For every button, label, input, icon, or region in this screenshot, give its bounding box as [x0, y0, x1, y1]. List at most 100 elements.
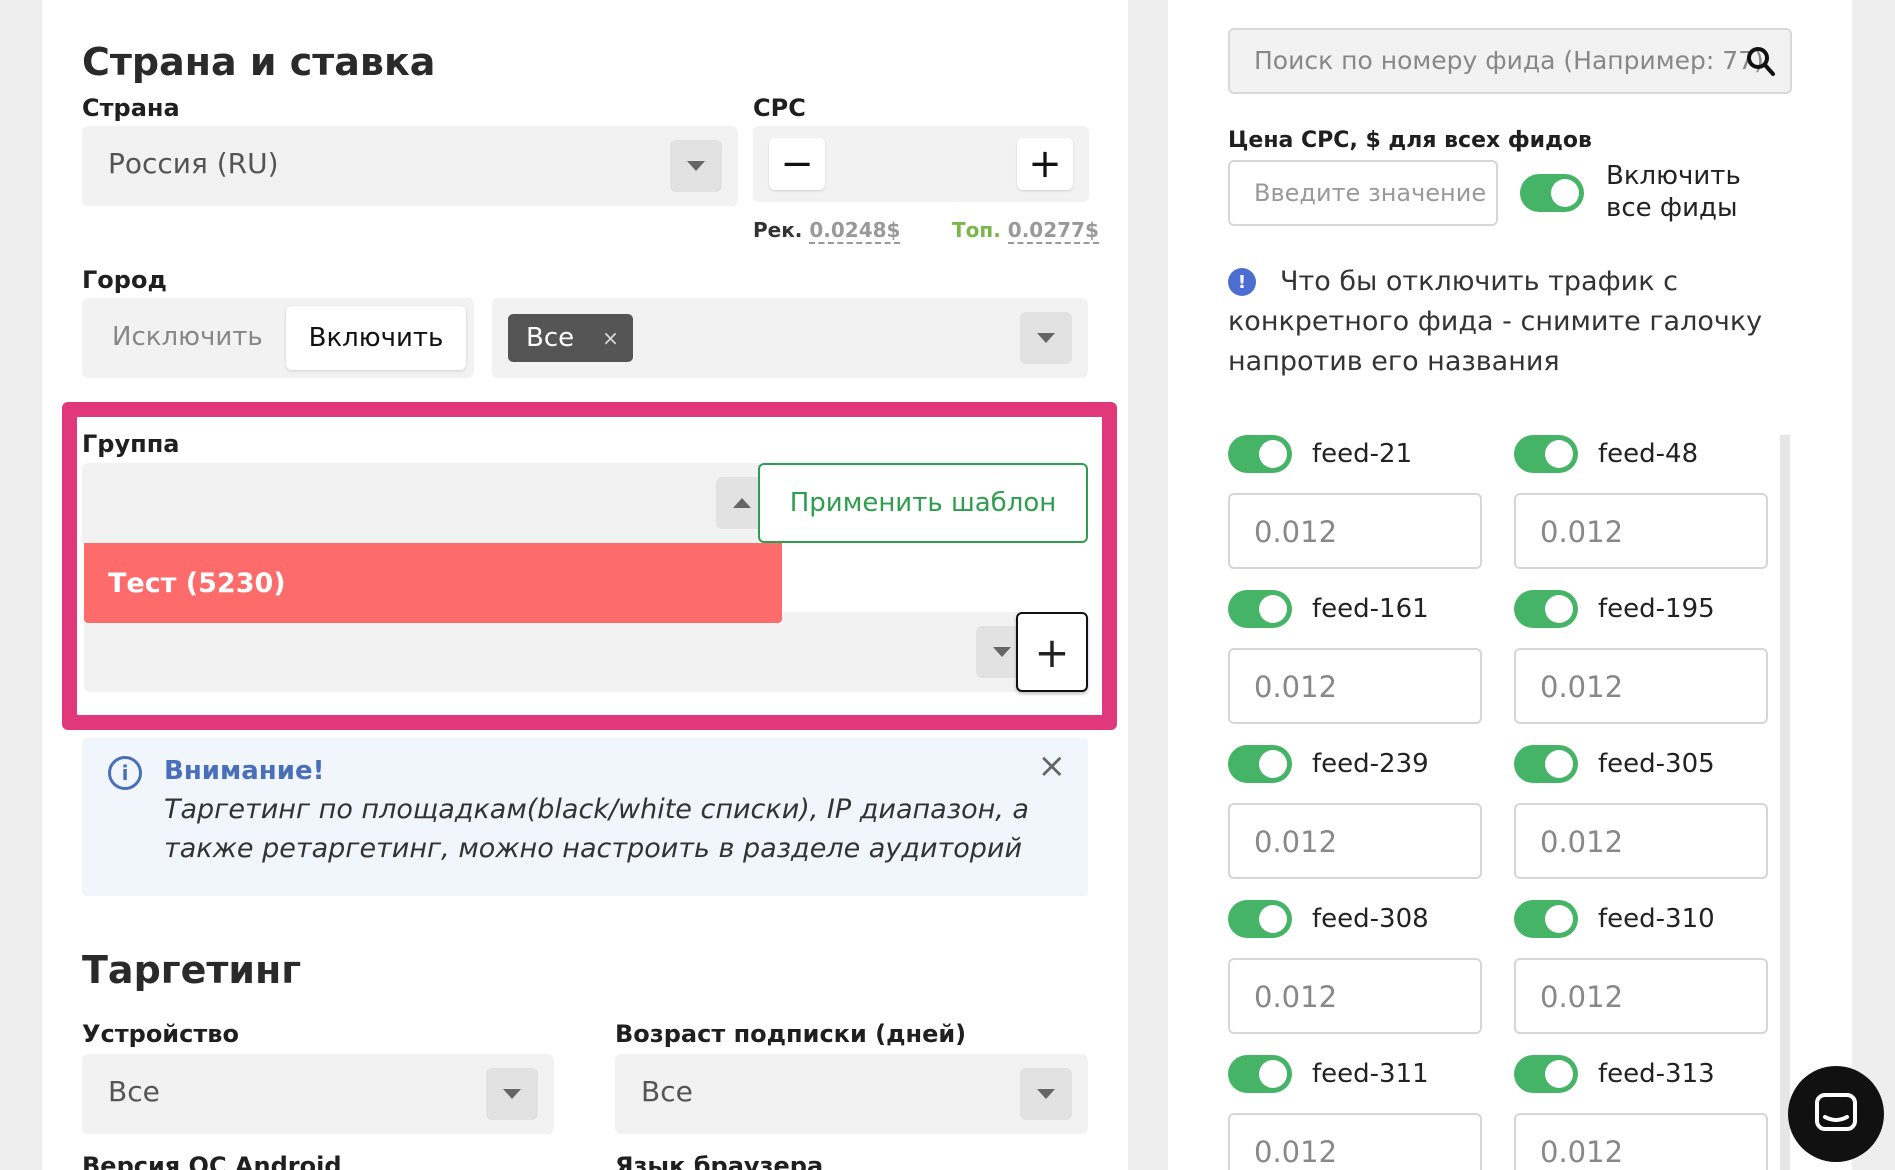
feed-cpc-value: 0.012 — [1540, 825, 1624, 859]
enable-all-label: Включить все фиды — [1606, 161, 1741, 223]
close-icon[interactable]: × — [602, 326, 619, 350]
top-value[interactable]: 0.0277$ — [1007, 218, 1099, 244]
cpc-all-label: Цена CPC, $ для всех фидов — [1228, 128, 1592, 153]
feed-name: feed-311 — [1312, 1059, 1429, 1089]
feed-cpc-input[interactable]: 0.012 — [1514, 803, 1768, 879]
country-select[interactable]: Россия (RU) — [82, 126, 738, 206]
close-icon[interactable]: × — [1038, 746, 1067, 786]
feed-toggle[interactable] — [1228, 745, 1292, 783]
feed-cpc-value: 0.012 — [1254, 1135, 1338, 1169]
chat-button[interactable] — [1788, 1066, 1884, 1162]
alert-title: Внимание! — [164, 756, 325, 786]
feed-name: feed-313 — [1598, 1059, 1715, 1089]
feed-cpc-input[interactable]: 0.012 — [1514, 1113, 1768, 1170]
feed-cpc-value: 0.012 — [1540, 980, 1624, 1014]
left-panel: Страна и ставка Страна Россия (RU) CPC −… — [42, 0, 1128, 1170]
feed-cpc-input[interactable]: 0.012 — [1228, 493, 1482, 569]
feed-cpc-input[interactable]: 0.012 — [1514, 958, 1768, 1034]
feed-search-input[interactable]: Поиск по номеру фида (Например: 77) — [1228, 28, 1792, 94]
feed-cpc-value: 0.012 — [1254, 515, 1338, 549]
apply-template-button[interactable]: Применить шаблон — [758, 463, 1088, 543]
feed-toggle[interactable] — [1514, 435, 1578, 473]
feed-toggle[interactable] — [1228, 590, 1292, 628]
feed-toggle[interactable] — [1514, 1055, 1578, 1093]
feed-name: feed-161 — [1312, 594, 1429, 624]
cpc-label: CPC — [753, 94, 806, 122]
add-group-button[interactable]: + — [1016, 612, 1088, 692]
feed-cpc-input[interactable]: 0.012 — [1228, 648, 1482, 724]
feed-cpc-value: 0.012 — [1254, 980, 1338, 1014]
group-label: Группа — [82, 430, 180, 458]
country-label: Страна — [82, 94, 180, 122]
feed-name: feed-305 — [1598, 749, 1715, 779]
city-tag: Все × — [508, 314, 633, 362]
cpc-increment-button[interactable]: + — [1017, 138, 1073, 190]
group-select[interactable] — [82, 463, 784, 543]
section-title-country-bid: Страна и ставка — [82, 40, 436, 84]
feeds-scrollbar[interactable] — [1780, 435, 1790, 1170]
group-option[interactable]: Тест (5230) — [84, 543, 782, 623]
chevron-down-icon — [670, 140, 722, 192]
search-placeholder: Поиск по номеру фида (Например: 77) — [1254, 46, 1764, 75]
feed-toggle[interactable] — [1514, 745, 1578, 783]
sub-age-label: Возраст подписки (дней) — [615, 1020, 967, 1048]
feed-name: feed-21 — [1312, 439, 1413, 469]
country-value: Россия (RU) — [108, 147, 279, 180]
rec-label: Рек. — [753, 218, 803, 242]
rec-value[interactable]: 0.0248$ — [809, 218, 901, 244]
feed-name: feed-310 — [1598, 904, 1715, 934]
device-value: Все — [108, 1075, 160, 1108]
cpc-decrement-button[interactable]: − — [769, 138, 825, 190]
feed-cpc-input[interactable]: 0.012 — [1228, 803, 1482, 879]
right-panel: Поиск по номеру фида (Например: 77) Цена… — [1168, 0, 1884, 1170]
chat-icon — [1815, 1093, 1857, 1131]
feed-toggle[interactable] — [1228, 1055, 1292, 1093]
feed-toggle[interactable] — [1514, 590, 1578, 628]
feed-toggle[interactable] — [1228, 900, 1292, 938]
feed-toggle[interactable] — [1228, 435, 1292, 473]
feed-cpc-input[interactable]: 0.012 — [1514, 493, 1768, 569]
feed-cpc-input[interactable]: 0.012 — [1228, 1113, 1482, 1170]
feed-name: feed-308 — [1312, 904, 1429, 934]
tab-include[interactable]: Включить — [286, 306, 466, 370]
feeds-note: Что бы отключить трафик с конкретного фи… — [1228, 266, 1763, 377]
cpc-all-placeholder: Введите значение — [1254, 179, 1487, 207]
top-label: Топ. — [952, 218, 1001, 242]
cpc-all-input[interactable]: Введите значение — [1228, 160, 1498, 226]
feed-name: feed-48 — [1598, 439, 1699, 469]
device-select[interactable]: Все — [82, 1054, 554, 1134]
tab-exclude[interactable]: Исключить — [112, 322, 263, 352]
feed-cpc-value: 0.012 — [1540, 670, 1624, 704]
feed-cpc-value: 0.012 — [1254, 825, 1338, 859]
chevron-down-icon — [486, 1068, 538, 1120]
info-icon: i — [108, 756, 142, 790]
alert-text: Таргетинг по площадкам(black/white списк… — [164, 794, 1029, 864]
browser-lang-label: Язык браузера — [615, 1152, 824, 1170]
feed-cpc-value: 0.012 — [1540, 1135, 1624, 1169]
feed-cpc-value: 0.012 — [1540, 515, 1624, 549]
chevron-down-icon — [1020, 312, 1072, 364]
feed-toggle[interactable] — [1514, 900, 1578, 938]
feed-name: feed-195 — [1598, 594, 1715, 624]
device-label: Устройство — [82, 1020, 239, 1048]
city-mode-tabs: Исключить Включить — [82, 298, 474, 378]
cpc-stepper: − + — [753, 126, 1089, 202]
feed-cpc-input[interactable]: 0.012 — [1514, 648, 1768, 724]
city-select[interactable]: Все × — [492, 298, 1088, 378]
feed-cpc-value: 0.012 — [1254, 670, 1338, 704]
top-bid: Топ. 0.0277$ — [952, 218, 1099, 244]
feed-cpc-input[interactable]: 0.012 — [1228, 958, 1482, 1034]
chevron-down-icon — [1020, 1068, 1072, 1120]
sub-age-value: Все — [641, 1075, 693, 1108]
city-label: Город — [82, 266, 167, 294]
os-label: Версия ОС Android — [82, 1152, 342, 1170]
search-icon[interactable] — [1746, 46, 1776, 78]
rec-bid: Рек. 0.0248$ — [753, 218, 901, 244]
sub-age-select[interactable]: Все — [615, 1054, 1088, 1134]
enable-all-toggle[interactable] — [1520, 174, 1584, 212]
feed-name: feed-239 — [1312, 749, 1429, 779]
secondary-select-left — [84, 623, 782, 692]
secondary-select[interactable] — [782, 612, 1044, 692]
city-tag-label: Все — [526, 323, 575, 353]
section-title-targeting: Таргетинг — [82, 948, 302, 992]
